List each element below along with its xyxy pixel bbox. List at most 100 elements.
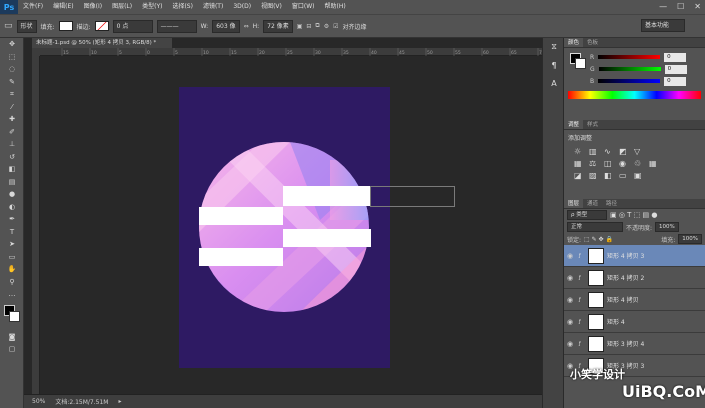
- filter-icons[interactable]: ▣ ◎ T ⬚ ▤ ●: [610, 211, 657, 219]
- g-field[interactable]: 0: [664, 64, 687, 74]
- posterize-icon[interactable]: ▨: [589, 171, 601, 180]
- eraser-tool-icon[interactable]: ◧: [0, 163, 24, 176]
- layer-row[interactable]: ◉ ƒ 矩形 4 拷贝 2: [564, 267, 705, 289]
- paragraph-panel-icon[interactable]: ¶: [543, 56, 565, 74]
- b-field[interactable]: 0: [664, 76, 687, 86]
- exposure-icon[interactable]: ◩: [619, 147, 631, 156]
- eye-icon[interactable]: ◉: [564, 318, 576, 326]
- r-slider[interactable]: [598, 55, 661, 59]
- eye-icon[interactable]: ◉: [564, 340, 576, 348]
- maximize-button[interactable]: ☐: [677, 0, 684, 14]
- character-panel-icon[interactable]: A: [543, 74, 565, 92]
- quick-mask-icon[interactable]: ◙: [0, 331, 24, 344]
- layer-thumbnail[interactable]: [588, 335, 604, 352]
- layer-row[interactable]: ◉ ƒ 矩形 3 拷贝 4: [564, 333, 705, 355]
- tab-paths[interactable]: 路径: [602, 199, 621, 208]
- tab-channels[interactable]: 通道: [583, 199, 602, 208]
- g-slider[interactable]: [598, 67, 661, 71]
- layer-name[interactable]: 矩形 4 拷贝 3: [607, 251, 644, 260]
- r-field[interactable]: 0: [664, 52, 687, 62]
- menu-help[interactable]: 帮助(H): [320, 0, 351, 14]
- shape-mode-select[interactable]: 形状: [16, 19, 37, 33]
- menu-filter[interactable]: 滤镜(T): [198, 0, 228, 14]
- eye-icon[interactable]: ◉: [564, 296, 576, 304]
- color-swatches[interactable]: [0, 303, 23, 331]
- layer-thumbnail[interactable]: [588, 313, 604, 330]
- stroke-swatch[interactable]: [94, 21, 109, 31]
- blend-mode-select[interactable]: 正常: [567, 222, 623, 232]
- marquee-tool-icon[interactable]: ⬚: [0, 51, 24, 64]
- menu-window[interactable]: 窗口(W): [287, 0, 320, 14]
- layer-thumbnail[interactable]: [588, 247, 604, 264]
- move-tool-icon[interactable]: ✥: [0, 38, 24, 51]
- zoom-level[interactable]: 50%: [32, 398, 45, 405]
- invert-icon[interactable]: ◪: [574, 171, 586, 180]
- align-edges-checkbox[interactable]: ☑: [333, 23, 338, 30]
- zoom-tool-icon[interactable]: ⚲: [0, 276, 24, 289]
- artboard[interactable]: [179, 87, 390, 368]
- stamp-tool-icon[interactable]: ⊥: [0, 138, 24, 151]
- type-tool-icon[interactable]: T: [0, 226, 24, 239]
- tab-styles[interactable]: 样式: [583, 120, 602, 129]
- gradient-map-icon[interactable]: ▭: [619, 171, 631, 180]
- menu-file[interactable]: 文件(F): [18, 0, 48, 14]
- menu-view[interactable]: 视图(V): [256, 0, 287, 14]
- layer-row[interactable]: ◉ ƒ 矩形 4: [564, 311, 705, 333]
- vibrance-icon[interactable]: ▽: [634, 147, 646, 156]
- eye-icon[interactable]: ◉: [564, 274, 576, 282]
- layer-name[interactable]: 矩形 4 拷贝 2: [607, 273, 644, 282]
- tab-color[interactable]: 颜色: [564, 38, 584, 47]
- layer-name[interactable]: 矩形 3 拷贝 4: [607, 339, 644, 348]
- selective-color-icon[interactable]: ▣: [634, 171, 646, 180]
- gear-icon[interactable]: ⚙: [324, 23, 329, 30]
- document-tab[interactable]: 未标题-1.psd @ 50% (矩形 4 拷贝 3, RGB/8) *: [32, 38, 172, 48]
- background-color[interactable]: [9, 310, 20, 322]
- stroke-width-field[interactable]: 0 点: [112, 19, 153, 33]
- close-button[interactable]: ✕: [694, 0, 701, 14]
- brightness-icon[interactable]: ☼: [574, 147, 586, 156]
- color-spectrum[interactable]: [568, 91, 701, 99]
- edit-toolbar-icon[interactable]: …: [0, 288, 24, 301]
- threshold-icon[interactable]: ◧: [604, 171, 616, 180]
- ruler-top[interactable]: 151050510152025303540455055606570: [40, 48, 545, 56]
- gradient-tool-icon[interactable]: ▤: [0, 176, 24, 189]
- path-ops-icon[interactable]: ▣: [297, 23, 303, 30]
- rectangle-tool-icon[interactable]: ▭: [4, 21, 13, 31]
- curves-icon[interactable]: ∿: [604, 147, 616, 156]
- shape-tool-icon[interactable]: ▭: [0, 251, 24, 264]
- align-icon[interactable]: ⊟: [306, 23, 311, 30]
- link-icon[interactable]: ⇔: [244, 23, 249, 30]
- menu-edit[interactable]: 编辑(E): [48, 0, 78, 14]
- levels-icon[interactable]: ▥: [589, 147, 601, 156]
- lock-icons[interactable]: ⬚ ✎ ✥ 🔒: [584, 236, 613, 243]
- workspace-select[interactable]: 基本功能: [641, 19, 685, 32]
- bg-color-swatch[interactable]: [575, 58, 586, 69]
- layer-row[interactable]: ◉ ƒ 矩形 4 拷贝 3: [564, 245, 705, 267]
- screen-mode-icon[interactable]: ▢: [0, 343, 24, 356]
- history-brush-icon[interactable]: ↺: [0, 151, 24, 164]
- brush-tool-icon[interactable]: ✐: [0, 126, 24, 139]
- quick-select-tool-icon[interactable]: ✎: [0, 76, 24, 89]
- dodge-tool-icon[interactable]: ◐: [0, 201, 24, 214]
- height-field[interactable]: 72 像素: [263, 19, 293, 33]
- ruler-left[interactable]: [32, 56, 40, 394]
- photo-filter-icon[interactable]: ◉: [619, 159, 631, 168]
- lasso-tool-icon[interactable]: ◌: [0, 63, 24, 76]
- mixer-icon[interactable]: ♲: [634, 159, 646, 168]
- width-field[interactable]: 603 像: [212, 19, 240, 33]
- layer-name[interactable]: 矩形 4: [607, 317, 625, 326]
- bw-icon[interactable]: ◫: [604, 159, 616, 168]
- crop-tool-icon[interactable]: ⌗: [0, 88, 24, 101]
- balance-icon[interactable]: ⚖: [589, 159, 601, 168]
- menu-image[interactable]: 图像(I): [79, 0, 107, 14]
- opacity-field[interactable]: 100%: [655, 222, 679, 232]
- tab-adjustments[interactable]: 调整: [564, 120, 584, 129]
- tab-layers[interactable]: 图层: [564, 199, 584, 208]
- doc-size[interactable]: 文档:2.15M/7.51M: [55, 397, 108, 406]
- eye-icon[interactable]: ◉: [564, 252, 576, 260]
- layer-thumbnail[interactable]: [588, 269, 604, 286]
- status-arrow-icon[interactable]: ▸: [118, 398, 121, 405]
- arrange-icon[interactable]: ⧉: [315, 22, 319, 30]
- blur-tool-icon[interactable]: ●: [0, 188, 24, 201]
- pen-tool-icon[interactable]: ✒: [0, 213, 24, 226]
